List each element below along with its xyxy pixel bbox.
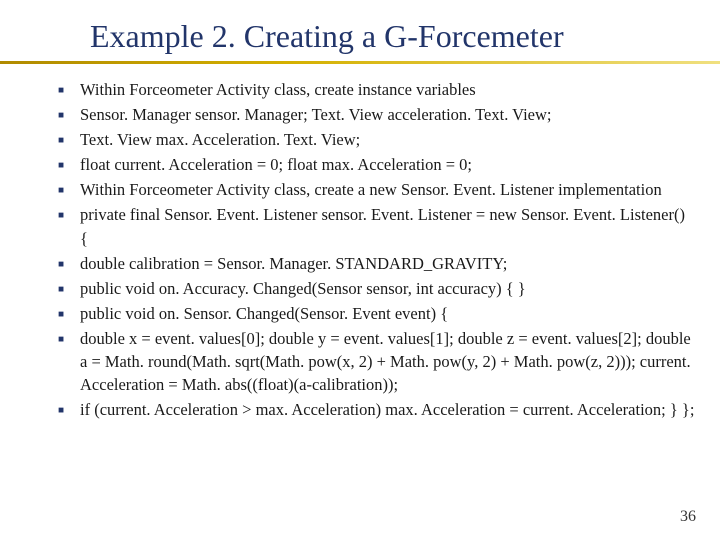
list-text: public void on. Sensor. Changed(Sensor. … — [80, 302, 696, 325]
list-item: ■ Text. View max. Acceleration. Text. Vi… — [58, 128, 696, 151]
bullet-icon: ■ — [58, 178, 80, 198]
list-item: ■ Within Forceometer Activity class, cre… — [58, 78, 696, 101]
slide-body: ■ Within Forceometer Activity class, cre… — [0, 64, 720, 421]
bullet-icon: ■ — [58, 302, 80, 322]
list-text: private final Sensor. Event. Listener se… — [80, 203, 696, 249]
list-text: Within Forceometer Activity class, creat… — [80, 178, 696, 201]
page-number: 36 — [680, 508, 696, 526]
bullet-icon: ■ — [58, 203, 80, 223]
list-item: ■ public void on. Accuracy. Changed(Sens… — [58, 277, 696, 300]
list-item: ■ double x = event. values[0]; double y … — [58, 327, 696, 396]
list-text: double calibration = Sensor. Manager. ST… — [80, 252, 696, 275]
list-text: Sensor. Manager sensor. Manager; Text. V… — [80, 103, 696, 126]
list-item: ■ Within Forceometer Activity class, cre… — [58, 178, 696, 201]
bullet-icon: ■ — [58, 128, 80, 148]
list-item: ■ if (current. Acceleration > max. Accel… — [58, 398, 696, 421]
bullet-icon: ■ — [58, 252, 80, 272]
list-text: public void on. Accuracy. Changed(Sensor… — [80, 277, 696, 300]
list-text: float current. Acceleration = 0; float m… — [80, 153, 696, 176]
bullet-icon: ■ — [58, 327, 80, 347]
list-text: Within Forceometer Activity class, creat… — [80, 78, 696, 101]
bullet-icon: ■ — [58, 277, 80, 297]
title-area: Example 2. Creating a G-Forcemeter — [0, 0, 720, 55]
list-item: ■ Sensor. Manager sensor. Manager; Text.… — [58, 103, 696, 126]
list-text: if (current. Acceleration > max. Acceler… — [80, 398, 696, 421]
bullet-icon: ■ — [58, 398, 80, 418]
bullet-icon: ■ — [58, 153, 80, 173]
list-item: ■ private final Sensor. Event. Listener … — [58, 203, 696, 249]
list-text: Text. View max. Acceleration. Text. View… — [80, 128, 696, 151]
slide-title: Example 2. Creating a G-Forcemeter — [90, 18, 720, 55]
bullet-icon: ■ — [58, 103, 80, 123]
list-text: double x = event. values[0]; double y = … — [80, 327, 696, 396]
bullet-icon: ■ — [58, 78, 80, 98]
list-item: ■ float current. Acceleration = 0; float… — [58, 153, 696, 176]
list-item: ■ public void on. Sensor. Changed(Sensor… — [58, 302, 696, 325]
list-item: ■ double calibration = Sensor. Manager. … — [58, 252, 696, 275]
